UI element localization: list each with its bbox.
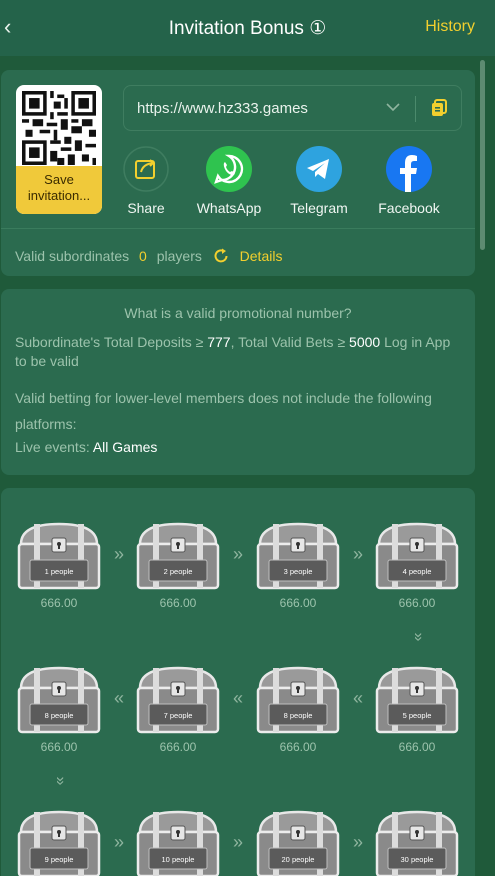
facebook-label: Facebook: [378, 200, 440, 216]
share-label: Share: [127, 200, 165, 216]
flow-arrow-icon: «: [232, 688, 243, 708]
share-button[interactable]: Share: [101, 146, 191, 216]
flow-arrow-icon: »: [113, 544, 124, 564]
flow-arrow-icon: »: [232, 544, 243, 564]
reward-chest[interactable]: 2 people 666.00: [135, 520, 221, 610]
treasure-chest-icon: 30 people: [375, 810, 459, 876]
chest-label: 7 people: [164, 711, 193, 720]
platforms-note: Valid betting for lower-level members do…: [15, 390, 432, 432]
flow-arrow-icon: »: [113, 832, 124, 852]
telegram-button[interactable]: Telegram: [274, 146, 364, 216]
scrollbar[interactable]: [480, 60, 485, 250]
facebook-button[interactable]: Facebook: [364, 146, 454, 216]
invite-url: https://www.hz333.games: [137, 100, 308, 117]
treasure-chest-icon: 1 people: [17, 522, 101, 590]
flow-arrow-down-icon: »: [410, 632, 427, 642]
reward-chest[interactable]: 8 people 666.00: [16, 664, 102, 754]
rules-question: What is a valid promotional number?: [124, 305, 352, 321]
facebook-icon: [386, 146, 432, 192]
reward-chest[interactable]: 10 people: [135, 808, 221, 876]
chest-amount: 666.00: [279, 740, 317, 754]
treasure-chest-icon: 9 people: [17, 810, 101, 876]
reward-chest[interactable]: 7 people 666.00: [135, 664, 221, 754]
treasure-chest-icon: 2 people: [136, 522, 220, 590]
chest-amount: 666.00: [40, 740, 78, 754]
chest-label: 3 people: [284, 567, 313, 576]
reward-chest[interactable]: 8 people 666.00: [255, 664, 341, 754]
live-value: All Games: [92, 439, 158, 455]
whatsapp-label: WhatsApp: [196, 200, 262, 216]
treasure-chest-icon: 7 people: [136, 666, 220, 734]
chest-amount: 666.00: [279, 596, 317, 610]
reward-chest[interactable]: 3 people 666.00: [255, 520, 341, 610]
chevron-down-icon[interactable]: [384, 98, 402, 116]
invite-url-field[interactable]: https://www.hz333.games: [123, 85, 462, 131]
rewards-card: 1 people 666.00 2 people 666.00 3 people 666.…: [1, 488, 475, 876]
chest-label: 8 people: [45, 711, 74, 720]
treasure-chest-icon: 4 people: [375, 522, 459, 590]
valid-label: Valid subordinates: [15, 248, 130, 264]
deposit-prefix: Subordinate's Total Deposits ≥: [15, 334, 208, 350]
invite-card: Save invitation... https://www.hz333.gam…: [1, 70, 475, 276]
page-title: Invitation Bonus ①: [168, 18, 327, 39]
url-divider: [415, 96, 416, 122]
deposit-value: 777: [207, 334, 231, 350]
bets-prefix: , Total Valid Bets ≥: [230, 334, 350, 350]
treasure-chest-icon: 3 people: [256, 522, 340, 590]
chest-label: 9 people: [45, 855, 74, 864]
treasure-chest-icon: 5 people: [375, 666, 459, 734]
copy-icon[interactable]: [429, 98, 449, 118]
save-invitation-button[interactable]: Save invitation...: [16, 166, 102, 214]
details-link[interactable]: Details: [240, 248, 283, 264]
reward-chest[interactable]: 5 people 666.00: [374, 664, 460, 754]
qr-code-icon: [22, 91, 96, 165]
valid-count: 0: [139, 248, 147, 264]
flow-arrow-down-icon: »: [52, 776, 69, 786]
chest-amount: 666.00: [159, 596, 197, 610]
players-label: players: [156, 248, 202, 264]
live-label: Live events:: [15, 439, 93, 455]
chest-amount: 666.00: [398, 596, 436, 610]
chest-label: 5 people: [403, 711, 432, 720]
flow-arrow-icon: »: [352, 544, 363, 564]
chest-label: 20 people: [282, 855, 315, 864]
telegram-icon: [296, 146, 342, 192]
whatsapp-icon: [206, 146, 252, 192]
whatsapp-button[interactable]: WhatsApp: [184, 146, 274, 216]
reward-chest[interactable]: 20 people: [255, 808, 341, 876]
chest-label: 4 people: [403, 567, 432, 576]
treasure-chest-icon: 8 people: [256, 666, 340, 734]
chest-amount: 666.00: [40, 596, 78, 610]
deposit-rule: Subordinate's Total Deposits ≥ 777, Tota…: [15, 333, 461, 371]
chest-label: 8 people: [284, 711, 313, 720]
flow-arrow-icon: «: [113, 688, 124, 708]
rules-card: What is a valid promotional number? Subo…: [1, 289, 475, 475]
flow-arrow-icon: »: [232, 832, 243, 852]
treasure-chest-icon: 10 people: [136, 810, 220, 876]
history-link[interactable]: History: [425, 18, 475, 36]
bets-value: 5000: [349, 334, 381, 350]
chest-label: 2 people: [164, 567, 193, 576]
refresh-icon[interactable]: [212, 247, 230, 265]
header: ‹ Invitation Bonus ① History: [0, 0, 495, 56]
flow-arrow-icon: »: [352, 832, 363, 852]
telegram-label: Telegram: [290, 200, 348, 216]
valid-subordinates-row: Valid subordinates 0 players Details: [15, 247, 282, 265]
live-events-row: Live events: All Games: [15, 439, 157, 455]
reward-chest[interactable]: 1 people 666.00: [16, 520, 102, 610]
share-icon: [123, 146, 169, 192]
treasure-chest-icon: 8 people: [17, 666, 101, 734]
chest-label: 30 people: [401, 855, 434, 864]
reward-chest[interactable]: 4 people 666.00: [374, 520, 460, 610]
reward-chest[interactable]: 9 people: [16, 808, 102, 876]
chest-amount: 666.00: [159, 740, 197, 754]
chest-label: 1 people: [45, 567, 74, 576]
qr-save-box[interactable]: Save invitation...: [16, 85, 102, 214]
treasure-chest-icon: 20 people: [256, 810, 340, 876]
chest-label: 10 people: [162, 855, 195, 864]
reward-chest[interactable]: 30 people: [374, 808, 460, 876]
divider: [1, 228, 475, 229]
chest-amount: 666.00: [398, 740, 436, 754]
flow-arrow-icon: «: [352, 688, 363, 708]
